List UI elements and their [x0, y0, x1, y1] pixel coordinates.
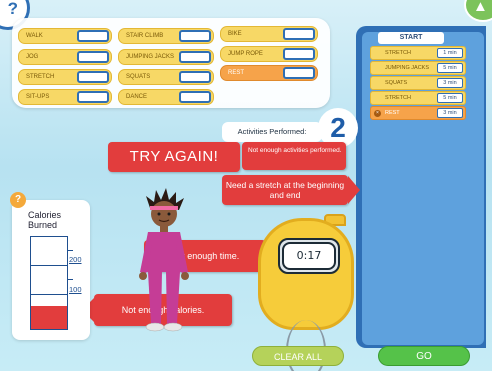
- routine-item-time[interactable]: 1 min: [437, 48, 463, 58]
- activity-slot: [77, 51, 109, 63]
- activity-label: SQUATS: [126, 74, 151, 80]
- stopwatch-icon: [258, 218, 354, 330]
- activity-chip-rest[interactable]: REST: [220, 65, 318, 81]
- stretch-needed-message: Need a stretch at the beginning and end: [222, 175, 348, 205]
- start-label: START: [378, 32, 444, 44]
- calories-title: Calories Burned: [28, 210, 62, 230]
- calories-meter-fill: [31, 306, 67, 329]
- image-tab-icon[interactable]: ▲: [464, 0, 492, 22]
- activities-performed-label: Activities Performed:: [222, 122, 322, 142]
- activity-chip-dance[interactable]: DANCE: [118, 89, 214, 105]
- routine-item[interactable]: STRETCH 5 min: [370, 91, 466, 105]
- activity-label: DANCE: [126, 94, 148, 100]
- not-enough-activities-message: Not enough activities performed.: [242, 142, 346, 170]
- activity-label: BIKE: [228, 31, 242, 37]
- activity-palette: WALK STAIR CLIMB BIKE JOG JUMPING JACKS …: [12, 18, 330, 108]
- activity-slot: [179, 51, 211, 63]
- routine-item-label: REST: [385, 110, 400, 116]
- activity-slot: [77, 30, 109, 42]
- activity-slot: [283, 28, 315, 40]
- routine-item-label: SQUATS: [385, 80, 408, 86]
- activity-slot: [283, 48, 315, 60]
- meter-gridline: [30, 294, 68, 295]
- try-again-banner: TRY AGAIN!: [108, 142, 240, 172]
- meter-tick-label: 200: [69, 255, 82, 264]
- calories-help-button[interactable]: ?: [10, 192, 26, 208]
- activity-chip-jog[interactable]: JOG: [18, 49, 112, 65]
- activity-label: STAIR CLIMB: [126, 33, 164, 39]
- activity-label: STRETCH: [26, 74, 55, 80]
- activity-slot: [77, 91, 109, 103]
- stopwatch-time: 0:17: [282, 242, 336, 270]
- activity-slot: [179, 71, 211, 83]
- activity-chip-bike[interactable]: BIKE: [220, 26, 318, 42]
- meter-tick: [67, 279, 73, 280]
- routine-item-label: JUMPING JACKS: [385, 65, 430, 71]
- activity-chip-jumping-jacks[interactable]: JUMPING JACKS: [118, 49, 214, 65]
- routine-item[interactable]: STRETCH 1 min: [370, 46, 466, 60]
- clear-all-button[interactable]: CLEAR ALL: [252, 346, 344, 366]
- activity-slot: [179, 91, 211, 103]
- activity-slot: [283, 67, 315, 79]
- meter-gridline: [30, 265, 68, 266]
- activity-label: JUMP ROPE: [228, 51, 263, 57]
- activity-chip-walk[interactable]: WALK: [18, 28, 112, 44]
- activity-label: WALK: [26, 33, 43, 39]
- routine-item-time[interactable]: 5 min: [437, 93, 463, 103]
- activity-chip-sit-ups[interactable]: SIT-UPS: [18, 89, 112, 105]
- remove-icon[interactable]: ×: [374, 110, 381, 117]
- routine-item[interactable]: × REST 3 min: [370, 106, 466, 120]
- routine-item-time[interactable]: 3 min: [437, 108, 463, 118]
- routine-item-label: STRETCH: [385, 95, 411, 101]
- routine-item-time[interactable]: 5 min: [437, 63, 463, 73]
- activity-slot: [77, 71, 109, 83]
- activity-chip-stair-climb[interactable]: STAIR CLIMB: [118, 28, 214, 44]
- routine-item-label: STRETCH: [385, 50, 411, 56]
- activity-slot: [179, 30, 211, 42]
- activity-chip-squats[interactable]: SQUATS: [118, 69, 214, 85]
- activity-chip-jump-rope[interactable]: JUMP ROPE: [220, 46, 318, 62]
- activity-label: JOG: [26, 54, 39, 60]
- activity-label: REST: [228, 70, 245, 76]
- activity-label: JUMPING JACKS: [126, 54, 175, 60]
- go-button[interactable]: GO: [378, 346, 470, 366]
- routine-item[interactable]: SQUATS 3 min: [370, 76, 466, 90]
- character-avatar: [139, 188, 189, 332]
- meter-tick-label: 100: [69, 285, 82, 294]
- meter-tick: [67, 250, 73, 251]
- routine-item[interactable]: JUMPING JACKS 5 min: [370, 61, 466, 75]
- activity-chip-stretch[interactable]: STRETCH: [18, 69, 112, 85]
- activity-label: SIT-UPS: [26, 94, 50, 100]
- routine-item-time[interactable]: 3 min: [437, 78, 463, 88]
